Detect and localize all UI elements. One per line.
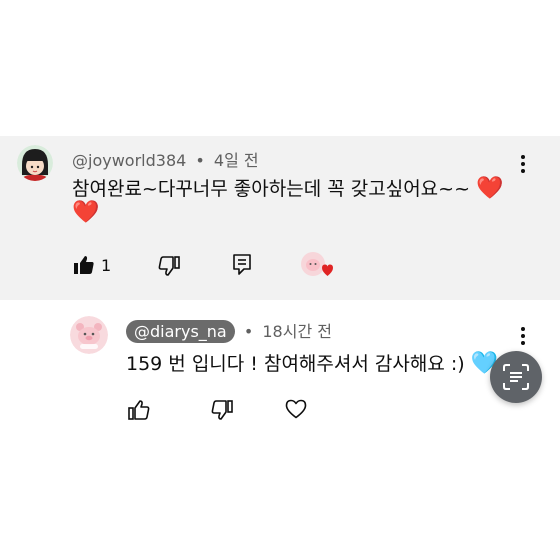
reply-time[interactable]: 18시간 전 (262, 322, 332, 341)
reply-text: 159 번 입니다 ! 참여해주셔서 감사해요 :) (126, 353, 465, 375)
lens-icon (502, 363, 530, 395)
thumb-down-icon[interactable] (158, 256, 180, 280)
meta-separator: • (195, 151, 205, 170)
meta-separator: • (243, 322, 254, 341)
reply-author-chip[interactable]: @diarys_na (126, 320, 235, 343)
more-vert-icon[interactable] (519, 154, 527, 178)
heart-emoji: ❤️ (476, 176, 504, 201)
heart-emoji: ❤️ (72, 200, 100, 225)
reply-text-line: 159 번 입니다 ! 참여해주셔서 감사해요 :) 🩵 (126, 349, 498, 376)
comment-meta: @joyworld384 • 4일 전 (72, 147, 259, 171)
like-count: 1 (101, 256, 112, 275)
comment-text-line: 참여완료~다꾸너무 좋아하는데 꼭 갖고싶어요~~ ❤️ (72, 174, 503, 201)
more-vert-icon[interactable] (519, 326, 527, 350)
comment-text-wrap: ❤️ (72, 200, 99, 225)
comment-text: 참여완료~다꾸너무 좋아하는데 꼭 갖고싶어요~~ (72, 178, 470, 200)
comment-time[interactable]: 4일 전 (214, 151, 259, 170)
creator-heart-icon (300, 251, 334, 283)
reply-meta: @diarys_na • 18시간 전 (126, 318, 332, 343)
avatar[interactable] (17, 145, 53, 181)
thumb-up-icon[interactable] (128, 400, 150, 424)
heart-outline-icon[interactable] (285, 399, 307, 423)
reply-icon[interactable] (232, 253, 252, 279)
comment-author[interactable]: @joyworld384 (72, 151, 186, 170)
avatar[interactable] (70, 316, 108, 354)
lens-button[interactable] (490, 351, 542, 403)
thumb-up-filled-icon[interactable] (73, 255, 95, 279)
thumb-down-icon[interactable] (211, 400, 233, 424)
